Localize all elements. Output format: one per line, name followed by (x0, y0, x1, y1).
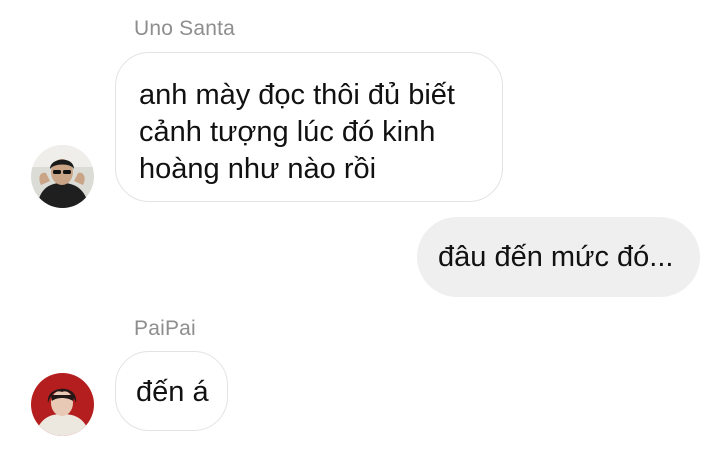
user-photo-icon (31, 145, 94, 208)
message-line: anh mày đọc thôi đủ biết (139, 79, 455, 111)
sender-name: Uno Santa (134, 17, 236, 40)
message-line: cảnh tượng lúc đó kinh (139, 116, 436, 148)
message-bubble-outgoing[interactable]: đâu đến mức đó... (417, 217, 700, 297)
message-line: hoàng như nào rồi (139, 153, 377, 185)
avatar[interactable] (31, 145, 94, 208)
message-bubble[interactable]: anh mày đọc thôi đủ biết cảnh tượng lúc … (115, 52, 503, 202)
message-line: đâu đến mức đó... (438, 241, 674, 273)
sender-name: PaiPai (134, 317, 196, 340)
message-line: đến á (136, 376, 209, 408)
message-bubble[interactable]: đến á (115, 351, 228, 431)
user-photo-icon (31, 373, 94, 436)
avatar[interactable] (31, 373, 94, 436)
